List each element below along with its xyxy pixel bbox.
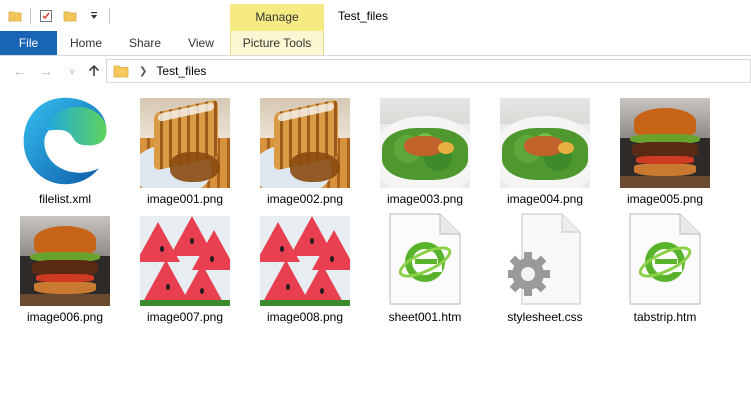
file-item[interactable]: tabstrip.htm	[610, 206, 720, 324]
file-item[interactable]: image007.png	[130, 206, 240, 324]
forward-arrow-icon[interactable]: →	[38, 63, 54, 79]
waffle-thumbnail	[140, 98, 230, 188]
watermelon-thumbnail	[260, 216, 350, 306]
quick-access-toolbar	[0, 0, 110, 31]
tab-file[interactable]: File	[0, 31, 57, 55]
back-arrow-icon[interactable]: ←	[12, 63, 28, 79]
file-item[interactable]: image008.png	[250, 206, 360, 324]
file-item[interactable]: image002.png	[250, 88, 360, 206]
tab-home[interactable]: Home	[70, 31, 102, 55]
new-folder-icon[interactable]	[61, 7, 79, 25]
file-item[interactable]: image005.png	[610, 88, 720, 206]
file-name: sheet001.htm	[388, 310, 462, 324]
file-name: image001.png	[146, 192, 224, 206]
folder-icon[interactable]	[6, 7, 24, 25]
breadcrumb-chevron-icon[interactable]: ❯	[139, 66, 147, 77]
file-item[interactable]: image003.png	[370, 88, 480, 206]
edge-icon	[23, 97, 107, 185]
file-item[interactable]: image004.png	[490, 88, 600, 206]
breadcrumb-folder[interactable]: Test_files	[156, 64, 206, 78]
salad-thumbnail	[380, 98, 470, 188]
watermelon-thumbnail	[140, 216, 230, 306]
ie-document-icon	[629, 213, 701, 305]
up-arrow-icon[interactable]	[86, 63, 102, 79]
customize-dropdown-icon[interactable]	[85, 7, 103, 25]
tab-picture-tools[interactable]: Picture Tools	[230, 31, 324, 55]
file-name: image008.png	[266, 310, 344, 324]
file-name: filelist.xml	[38, 192, 91, 206]
recent-locations-chevron-icon[interactable]: ∨	[64, 63, 80, 79]
file-name: tabstrip.htm	[633, 310, 697, 324]
file-item[interactable]: sheet001.htm	[370, 206, 480, 324]
file-item[interactable]: image006.png	[10, 206, 120, 324]
manage-context-tab[interactable]: Manage	[230, 4, 324, 31]
title-bar: Manage Test_files	[0, 0, 751, 31]
salad-thumbnail	[500, 98, 590, 188]
file-item[interactable]: filelist.xml	[10, 88, 120, 206]
properties-icon[interactable]	[37, 7, 55, 25]
qat-separator	[30, 7, 31, 24]
navigation-bar: ← → ∨ ❯ Test_files	[0, 56, 751, 88]
file-name: stylesheet.css	[507, 310, 583, 324]
file-view: filelist.xml image001.png image002.png i…	[0, 88, 751, 402]
folder-icon	[113, 65, 129, 78]
address-bar[interactable]: ❯ Test_files	[106, 59, 751, 83]
ie-document-icon	[389, 213, 461, 305]
file-name: image002.png	[266, 192, 344, 206]
file-name: image007.png	[146, 310, 224, 324]
burger-thumbnail	[620, 98, 710, 188]
file-item[interactable]: image001.png	[130, 88, 240, 206]
burger-thumbnail	[20, 216, 110, 306]
file-item[interactable]: stylesheet.css	[490, 206, 600, 324]
ribbon-tabs: File Home Share View Picture Tools	[0, 31, 751, 56]
file-name: image006.png	[26, 310, 104, 324]
tab-view[interactable]: View	[187, 31, 215, 55]
file-name: image004.png	[506, 192, 584, 206]
qat-separator	[109, 7, 110, 24]
waffle-thumbnail	[260, 98, 350, 188]
file-name: image003.png	[386, 192, 464, 206]
window-title: Test_files	[338, 9, 389, 23]
file-name: image005.png	[626, 192, 704, 206]
settings-document-icon	[508, 213, 581, 305]
tab-share[interactable]: Share	[129, 31, 161, 55]
